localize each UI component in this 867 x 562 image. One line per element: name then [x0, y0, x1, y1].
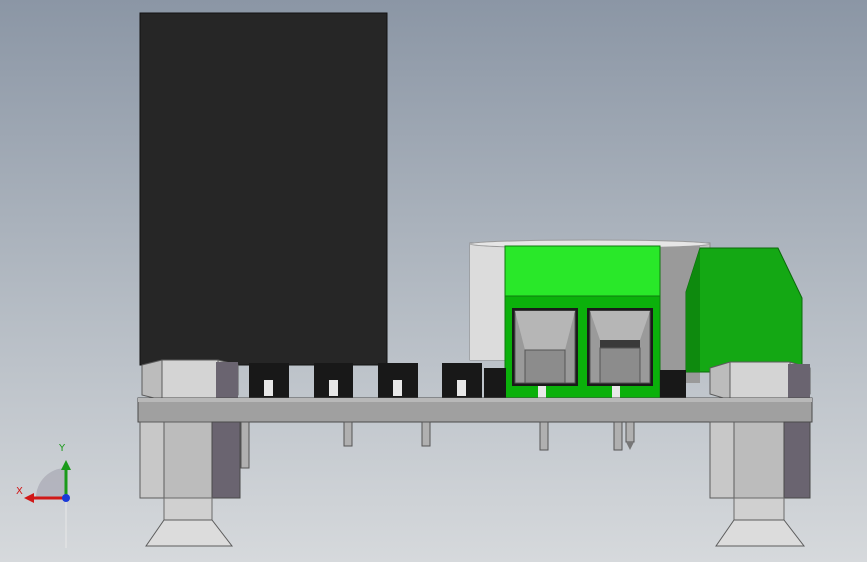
pin-header-6[interactable] [660, 370, 686, 399]
pcb-assembly-model[interactable] [0, 0, 867, 562]
axis-origin-icon [62, 494, 70, 502]
hex-nut-right-top[interactable] [709, 361, 811, 401]
pin-header-5[interactable] [484, 368, 506, 399]
side-connector[interactable] [685, 247, 803, 373]
axis-y-label: Y [59, 443, 66, 454]
transformer-body[interactable] [139, 12, 388, 366]
pcb-board[interactable] [137, 397, 813, 423]
axis-x-label: X [16, 486, 23, 497]
pin-tip [626, 442, 634, 450]
standoff-left[interactable] [139, 421, 241, 547]
hex-nut-left-top[interactable] [141, 359, 239, 401]
standoff-right[interactable] [709, 421, 811, 547]
orientation-triad[interactable] [24, 460, 71, 548]
screw-terminal-block[interactable] [504, 245, 661, 399]
cad-3d-viewport[interactable]: X Y [0, 0, 867, 562]
pcb-pins-below [240, 421, 635, 469]
